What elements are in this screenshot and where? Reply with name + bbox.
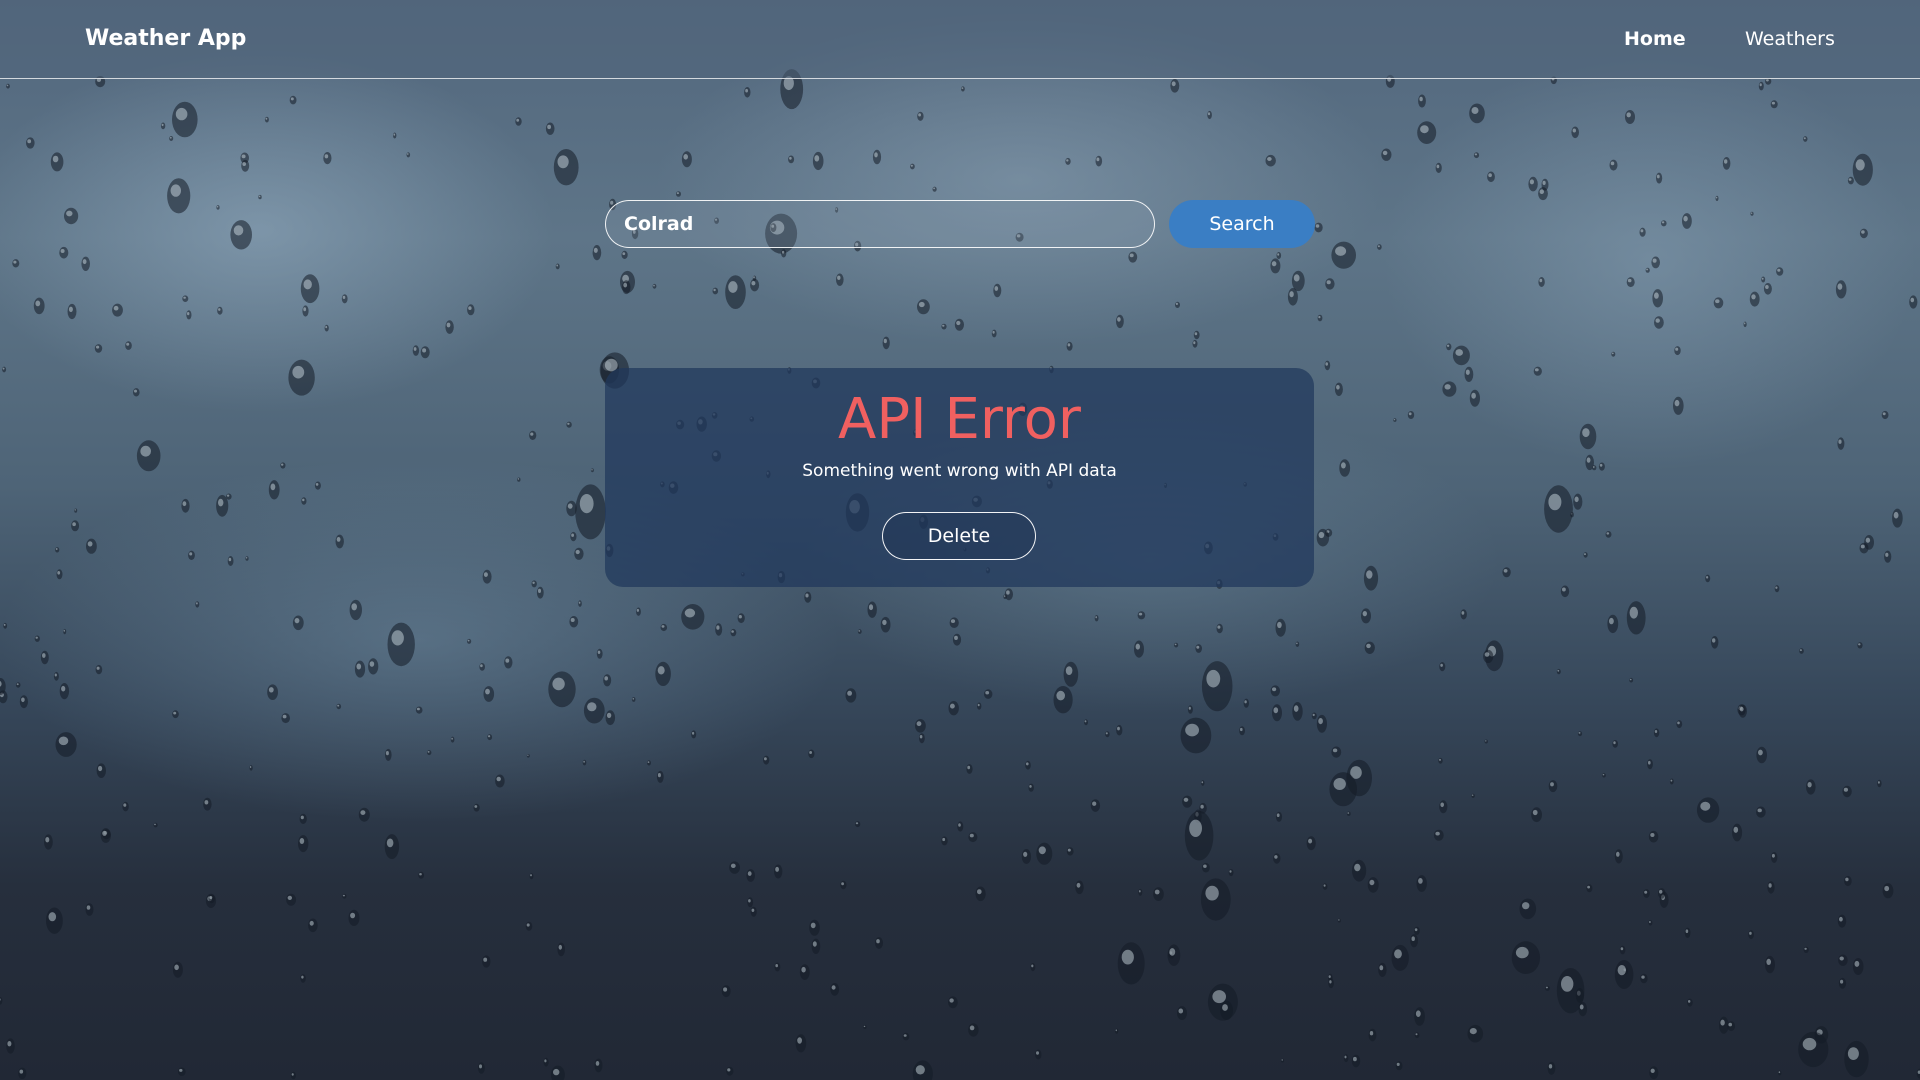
error-message: Something went wrong with API data <box>802 461 1117 481</box>
error-card: API Error Something went wrong with API … <box>605 368 1314 587</box>
error-title: API Error <box>838 387 1081 452</box>
app-brand[interactable]: Weather App <box>85 25 246 53</box>
nav-item-weathers[interactable]: Weathers <box>1745 27 1835 51</box>
nav-item-home[interactable]: Home <box>1624 27 1686 51</box>
delete-button[interactable]: Delete <box>882 512 1036 560</box>
navbar: Weather App Home Weathers <box>0 0 1920 79</box>
search-button[interactable]: Search <box>1169 200 1315 248</box>
city-search-input[interactable] <box>605 200 1155 248</box>
